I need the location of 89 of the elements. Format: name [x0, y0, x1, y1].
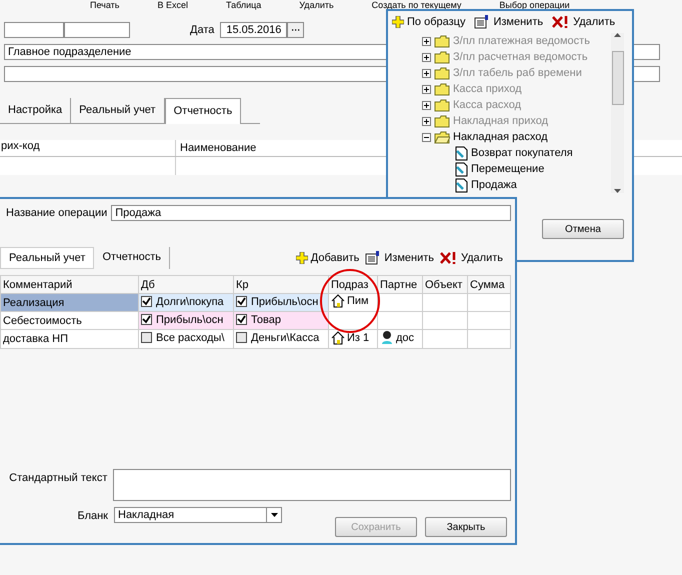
checkbox[interactable] [236, 296, 247, 308]
checkbox[interactable] [141, 314, 152, 326]
table-cell[interactable]: доставка НП [0, 330, 138, 348]
scroll-up-arrow-icon[interactable] [614, 33, 621, 37]
account-text: Деньги\Касса [251, 332, 320, 344]
dropdown-arrow-icon[interactable] [270, 513, 278, 517]
person-icon [380, 330, 394, 345]
date-label: Дата [190, 24, 214, 36]
account-text: Товар [251, 314, 281, 326]
tree-item[interactable]: Возврат покупателя [422, 145, 611, 161]
delete-button[interactable]: Удалить [440, 251, 503, 265]
tree-item[interactable]: Продажа [422, 177, 611, 193]
column-header: Наименование [179, 142, 256, 154]
tab[interactable]: Отчетность [164, 98, 242, 124]
folder-icon [434, 66, 450, 80]
add-button[interactable]: Добавить [296, 251, 360, 265]
folder-icon [434, 98, 450, 112]
date-picker-button[interactable]: ··· [287, 22, 304, 38]
tab[interactable]: Отчетность [94, 247, 170, 269]
close-button[interactable]: Закрыть [425, 517, 507, 537]
document-icon [474, 15, 490, 29]
plus-icon [392, 16, 404, 28]
table-cell[interactable]: Долги\покупа [138, 294, 234, 312]
scroll-down-arrow-icon[interactable] [614, 189, 621, 193]
folder-icon [434, 50, 450, 64]
table-cell[interactable]: Товар [234, 312, 328, 330]
delete-icon [552, 15, 570, 29]
column-header: Партне [378, 276, 422, 294]
edit-button[interactable]: Изменить [365, 251, 434, 265]
folder-icon [434, 130, 450, 144]
toolbar-button[interactable]: Печать [90, 0, 120, 10]
checkbox[interactable] [141, 296, 152, 308]
toolbar-button[interactable]: Создать по текущему [372, 0, 462, 10]
checkbox[interactable] [236, 314, 247, 326]
folder-icon [434, 114, 450, 128]
input-field[interactable] [64, 22, 130, 38]
tab[interactable]: Реальный учет [0, 247, 94, 269]
toolbar-button[interactable]: Выбор операции [499, 0, 570, 10]
add-button[interactable]: По образцу [392, 16, 466, 28]
operation-name-field[interactable]: Продажа [111, 205, 511, 221]
table-cell[interactable]: Прибыль\осн [138, 312, 234, 330]
input-field[interactable] [4, 22, 64, 38]
blank-dropdown[interactable]: Накладная [114, 507, 282, 523]
toolbar-button[interactable]: Таблица [226, 0, 262, 10]
cancel-button[interactable]: Отмена [542, 219, 624, 239]
partner-text: дос [396, 332, 414, 344]
delete-icon [440, 251, 458, 265]
toolbar-button[interactable]: В Excel [157, 0, 188, 10]
column-header: Сумма [468, 276, 510, 294]
account-text: Все расходы\ [156, 332, 224, 344]
edit-button[interactable]: Изменить [474, 15, 544, 29]
table-cell[interactable]: Деньги\Касса [234, 330, 328, 348]
delete-button[interactable]: Удалить [552, 15, 616, 29]
date-field[interactable]: 15.05.2016 [220, 22, 288, 38]
column-header: рих-код [0, 140, 176, 156]
document-icon [454, 146, 468, 160]
table-cell[interactable]: Себестоимость [0, 312, 138, 330]
document-icon [454, 162, 468, 176]
tab[interactable]: Настройка [0, 98, 72, 123]
table-cell[interactable]: Все расходы\ [138, 330, 234, 348]
table-cell[interactable]: Прибыль\осн [234, 294, 328, 312]
tree-item[interactable]: Накладная расход [422, 129, 611, 145]
collapse-icon[interactable] [422, 132, 431, 142]
scrollbar[interactable] [611, 33, 624, 193]
document-icon [454, 178, 468, 192]
house-icon [331, 294, 345, 308]
operation-name-label: Название операции [6, 207, 108, 219]
account-text: Долги\покупа [156, 296, 224, 308]
folder-icon [434, 34, 450, 48]
column-header: Дб [138, 276, 234, 294]
folder-icon [434, 82, 450, 96]
toolbar-button[interactable]: Удалить [299, 0, 334, 10]
column-header: Объект [422, 276, 468, 294]
account-text: Прибыль\осн [156, 314, 224, 326]
standard-text-label: Стандартный текст [8, 471, 108, 484]
plus-icon [296, 252, 308, 264]
blank-label: Бланк [76, 509, 108, 522]
checkbox[interactable] [141, 332, 152, 344]
account-text: Прибыль\осн [251, 296, 318, 308]
column-header: Подраз [328, 276, 378, 294]
house-icon [331, 330, 345, 344]
document-icon [365, 251, 382, 265]
checkbox[interactable] [236, 332, 247, 344]
standard-text-field[interactable] [113, 469, 511, 501]
table-cell[interactable]: Реализация [0, 294, 138, 312]
column-header: Комментарий [0, 276, 138, 294]
department-text: Пим [347, 295, 369, 307]
department-text: Из 1 [347, 332, 370, 344]
column-header: Кр [234, 276, 328, 294]
